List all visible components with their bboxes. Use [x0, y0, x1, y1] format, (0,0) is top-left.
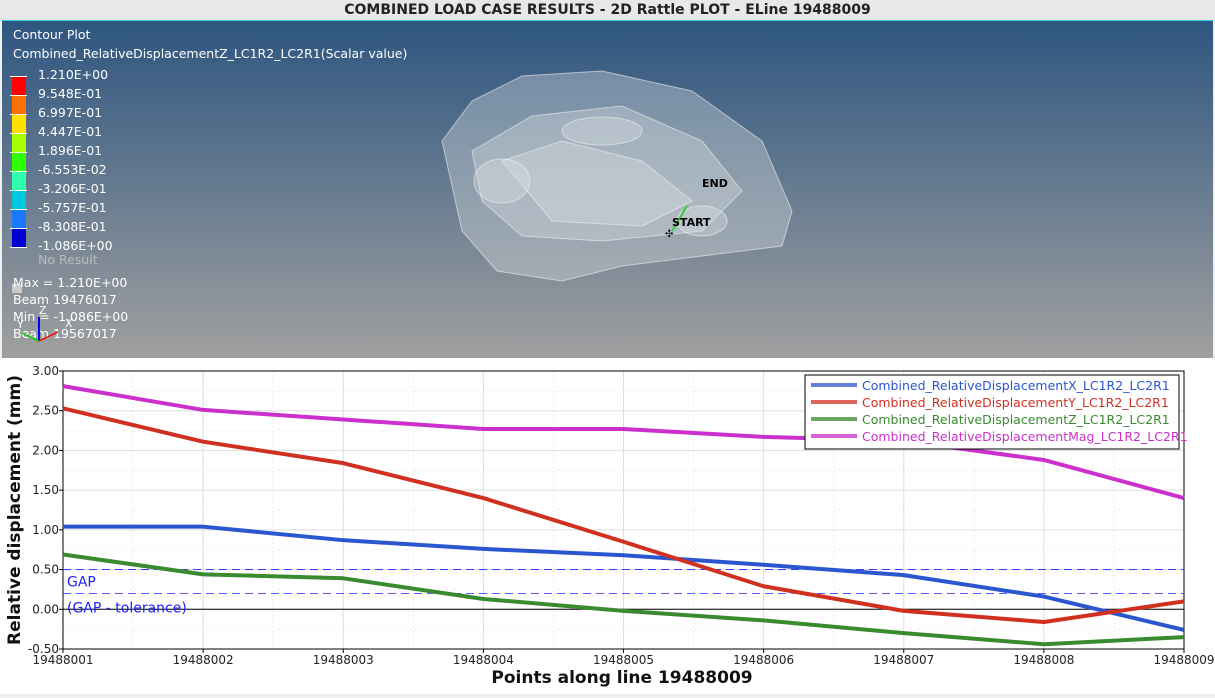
3d-viewport[interactable]: Contour Plot Combined_RelativeDisplaceme…	[2, 20, 1213, 358]
window-title: COMBINED LOAD CASE RESULTS - 2D Rattle P…	[0, 0, 1215, 20]
y-tick-label: 3.00	[32, 364, 59, 378]
model-svg: Z X Y END START ✣	[16, 70, 793, 342]
legend-entry: Combined_RelativeDisplacementX_LC1R2_LC2…	[862, 378, 1170, 393]
x-tick-label: 19488008	[1013, 653, 1074, 667]
axis-y-label: Y	[16, 318, 24, 331]
legend-entry: Combined_RelativeDisplacementZ_LC1R2_LC2…	[862, 412, 1170, 427]
x-tick-label: 19488006	[733, 653, 794, 667]
axis-x-label: X	[65, 317, 73, 330]
y-tick-label: 2.50	[32, 404, 59, 418]
line-chart: 3.00 2.50 2.00 1.50 1.00 0.50 0.00 -0.50 1948800…	[0, 358, 1215, 694]
x-tick-label: 19488009	[1153, 653, 1214, 667]
x-tick-label: 19488004	[453, 653, 514, 667]
chart-svg: 3.002.502.001.501.000.500.00-0.501948800…	[5, 364, 1215, 688]
gap-label: GAP	[67, 575, 96, 591]
x-tick-label: 19488001	[32, 653, 93, 667]
gap-tolerance-label: (GAP - tolerance)	[67, 600, 187, 616]
y-tick-label: 2.00	[32, 443, 59, 457]
x-tick-label: 19488002	[173, 653, 234, 667]
start-label: START	[672, 216, 711, 229]
x-tick-label: 19488003	[313, 653, 374, 667]
y-tick-label: 1.00	[32, 523, 59, 537]
y-axis-title: Relative displacement (mm)	[5, 375, 25, 645]
x-axis-title: Points along line 19488009	[491, 668, 752, 688]
y-tick-label: 1.50	[32, 483, 59, 497]
end-label: END	[702, 177, 728, 190]
start-marker-icon: ✣	[665, 229, 673, 240]
x-tick-label: 19488007	[873, 653, 934, 667]
y-tick-label: 0.50	[32, 563, 59, 577]
y-tick-label: 0.00	[32, 602, 59, 616]
axis-z-label: Z	[39, 304, 47, 317]
axis-triad-icon: Z X Y	[16, 304, 73, 342]
legend-entry: Combined_RelativeDisplacementY_LC1R2_LC2…	[862, 395, 1169, 410]
model-mesh	[441, 70, 793, 282]
legend-entry: Combined_RelativeDisplacementMag_LC1R2_L…	[862, 429, 1188, 444]
x-tick-label: 19488005	[593, 653, 654, 667]
